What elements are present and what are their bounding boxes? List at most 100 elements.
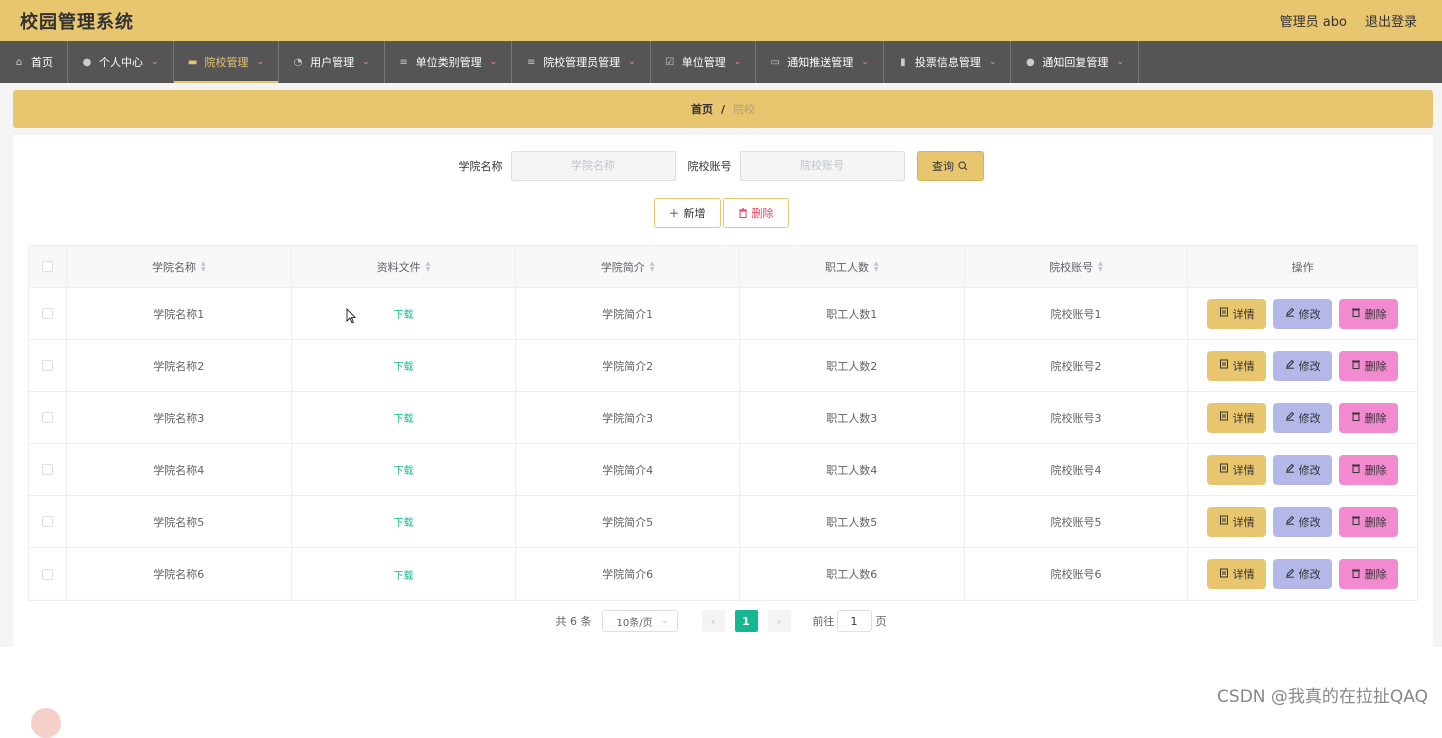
page-size-select[interactable]: 10条/页 ⌄ xyxy=(602,610,678,632)
document-icon xyxy=(1219,463,1229,476)
edit-button[interactable]: 修改 xyxy=(1273,507,1332,537)
current-page-button[interactable]: 1 xyxy=(735,610,758,632)
edit-button[interactable]: 修改 xyxy=(1273,299,1332,329)
document-icon xyxy=(1219,307,1229,320)
sort-icon[interactable]: ▲▼ xyxy=(874,261,879,273)
detail-button[interactable]: 详情 xyxy=(1207,559,1266,589)
cell-account: 院校账号5 xyxy=(965,496,1189,547)
detail-button[interactable]: 详情 xyxy=(1207,299,1266,329)
cell-staff: 职工人数1 xyxy=(740,288,965,339)
cell-intro: 学院简介3 xyxy=(516,392,740,443)
add-button[interactable]: ＋ 新增 xyxy=(654,198,721,228)
select-all-checkbox[interactable] xyxy=(42,261,53,272)
edit-button[interactable]: 修改 xyxy=(1273,351,1332,381)
col-header-name[interactable]: 学院名称▲▼ xyxy=(67,246,292,287)
detail-button[interactable]: 详情 xyxy=(1207,403,1266,433)
delete-button[interactable]: 删除 xyxy=(1339,507,1398,537)
account-label: 院校账号 xyxy=(688,158,732,174)
nav-item-8[interactable]: ▮投票信息管理⌄ xyxy=(884,41,1012,83)
row-checkbox[interactable] xyxy=(42,569,53,580)
nav-item-7[interactable]: ▭通知推送管理⌄ xyxy=(756,41,884,83)
college-name-input[interactable]: 学院名称 xyxy=(511,151,676,181)
account-input[interactable]: 院校账号 xyxy=(740,151,905,181)
cell-account: 院校账号4 xyxy=(965,444,1189,495)
delete-button[interactable]: 删除 xyxy=(1339,351,1398,381)
goto-page-input[interactable]: 1 xyxy=(837,610,872,632)
detail-button[interactable]: 详情 xyxy=(1207,455,1266,485)
row-checkbox[interactable] xyxy=(42,412,53,423)
edit-button[interactable]: 修改 xyxy=(1273,403,1332,433)
row-checkbox[interactable] xyxy=(42,360,53,371)
nav-item-9[interactable]: ●通知回复管理⌄ xyxy=(1011,41,1139,83)
logout-link[interactable]: 退出登录 xyxy=(1365,11,1417,30)
menu-icon: ≡ xyxy=(525,56,537,68)
cell-staff: 职工人数3 xyxy=(740,392,965,443)
col-header-file[interactable]: 资料文件▲▼ xyxy=(292,246,517,287)
row-select-cell xyxy=(29,340,67,391)
detail-button[interactable]: 详情 xyxy=(1207,351,1266,381)
nav-item-3[interactable]: ◔用户管理⌄ xyxy=(279,41,385,83)
nav-item-label: 投票信息管理 xyxy=(915,54,981,70)
row-checkbox[interactable] xyxy=(42,308,53,319)
edit-label: 修改 xyxy=(1299,410,1321,426)
col-header-intro[interactable]: 学院简介▲▼ xyxy=(516,246,740,287)
search-icon xyxy=(958,161,968,171)
prev-page-button[interactable]: ‹ xyxy=(702,610,725,632)
trash-icon xyxy=(1351,411,1361,424)
check-icon: ☑ xyxy=(664,56,676,68)
col-header-staff[interactable]: 职工人数 ▲▼ xyxy=(740,246,965,287)
query-button[interactable]: 查询 xyxy=(917,151,984,181)
nav-item-0[interactable]: ⌂首页 xyxy=(0,41,68,83)
detail-button[interactable]: 详情 xyxy=(1207,507,1266,537)
row-select-cell xyxy=(29,444,67,495)
nav-item-5[interactable]: ≡院校管理员管理⌄ xyxy=(512,41,651,83)
detail-label: 详情 xyxy=(1233,566,1255,582)
download-link[interactable]: 下载 xyxy=(393,567,413,582)
chevron-down-icon: ⌄ xyxy=(1116,57,1124,67)
sort-icon[interactable]: ▲▼ xyxy=(650,261,655,273)
breadcrumb-home[interactable]: 首页 xyxy=(691,101,713,117)
download-link[interactable]: 下载 xyxy=(393,358,413,373)
edit-button[interactable]: 修改 xyxy=(1273,559,1332,589)
chart-icon: ▮ xyxy=(897,56,909,68)
download-link[interactable]: 下载 xyxy=(393,306,413,321)
nav-item-4[interactable]: ≡单位类别管理⌄ xyxy=(385,41,513,83)
breadcrumb-separator: / xyxy=(721,103,725,116)
nav-item-2[interactable]: ▬院校管理⌄ xyxy=(174,41,280,83)
edit-label: 修改 xyxy=(1299,306,1321,322)
college-name-label: 学院名称 xyxy=(459,158,503,174)
cell-name: 学院名称3 xyxy=(67,392,292,443)
briefcase-icon: ▭ xyxy=(769,56,781,68)
sort-icon[interactable]: ▲▼ xyxy=(201,261,206,273)
chevron-left-icon: ‹ xyxy=(711,615,715,628)
row-checkbox[interactable] xyxy=(42,464,53,475)
delete-button[interactable]: 删除 xyxy=(1339,455,1398,485)
page-suffix: 页 xyxy=(876,613,887,629)
download-link[interactable]: 下载 xyxy=(393,410,413,425)
cell-account: 院校账号3 xyxy=(965,392,1189,443)
download-link[interactable]: 下载 xyxy=(393,514,413,529)
col-header-staff-label: 职工人数 xyxy=(825,259,869,275)
cell-intro: 学院简介6 xyxy=(516,548,740,600)
sort-icon[interactable]: ▲▼ xyxy=(1098,261,1103,273)
sort-icon[interactable]: ▲▼ xyxy=(426,261,431,273)
table-row: 学院名称6下载学院简介6职工人数6院校账号6详情修改删除 xyxy=(29,548,1417,600)
nav-item-1[interactable]: ●个人中心⌄ xyxy=(68,41,174,83)
delete-button[interactable]: 删除 xyxy=(1339,299,1398,329)
admin-user-label[interactable]: 管理员 abo xyxy=(1280,11,1347,30)
detail-label: 详情 xyxy=(1233,306,1255,322)
next-page-button[interactable]: › xyxy=(768,610,791,632)
download-link[interactable]: 下载 xyxy=(393,462,413,477)
col-header-account[interactable]: 院校账号▲▼ xyxy=(965,246,1189,287)
chevron-down-icon: ⌄ xyxy=(362,57,370,67)
decorative-circle xyxy=(31,708,61,738)
row-checkbox[interactable] xyxy=(42,516,53,527)
edit-button[interactable]: 修改 xyxy=(1273,455,1332,485)
user-icon: ● xyxy=(1024,56,1036,68)
nav-item-6[interactable]: ☑单位管理⌄ xyxy=(651,41,757,83)
document-icon xyxy=(1219,515,1229,528)
delete-button[interactable]: 删除 xyxy=(1339,403,1398,433)
detail-label: 详情 xyxy=(1233,462,1255,478)
bulk-delete-button[interactable]: 删除 xyxy=(723,198,789,228)
delete-button[interactable]: 删除 xyxy=(1339,559,1398,589)
